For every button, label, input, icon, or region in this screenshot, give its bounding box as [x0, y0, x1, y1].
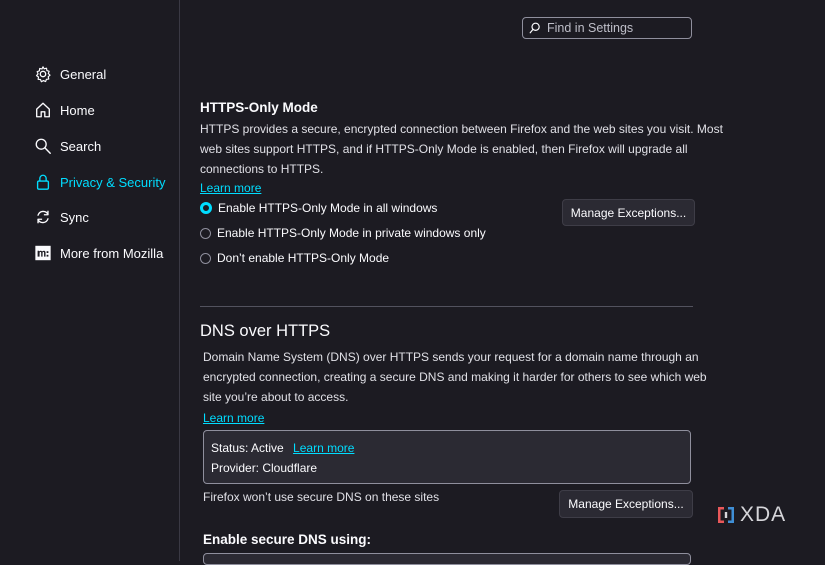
- lock-icon: [36, 174, 50, 190]
- mozilla-icon: [35, 245, 51, 261]
- dns-learn-more-link[interactable]: Learn more: [203, 411, 264, 425]
- sync-icon: [37, 210, 49, 224]
- sidebar-item-label: Search: [60, 138, 102, 154]
- dns-description-line-1: Domain Name System (DNS) over HTTPS send…: [203, 350, 699, 364]
- sidebar-item-search[interactable]: Search: [34, 134, 101, 158]
- dns-title: DNS over HTTPS: [200, 322, 331, 340]
- sidebar-item-label: Home: [60, 102, 95, 118]
- sidebar-item-label: More from Mozilla: [60, 245, 164, 261]
- search-icon: [35, 138, 51, 154]
- sidebar-item-label: General: [60, 66, 107, 82]
- watermark-text: XDA: [740, 503, 787, 526]
- sidebar-item-label: Privacy & Security: [60, 174, 166, 190]
- xda-logo-icon: [718, 507, 734, 523]
- search-input[interactable]: [545, 20, 689, 36]
- dns-manage-exceptions-button[interactable]: Manage Exceptions...: [559, 490, 693, 518]
- radio-https-disabled[interactable]: Don’t enable HTTPS-Only Mode: [200, 251, 389, 265]
- search-icon: [529, 22, 540, 34]
- dns-status-text: Status: Active: [211, 441, 284, 455]
- dns-status-line: Status: Active Learn more: [211, 441, 354, 455]
- gear-icon: [35, 66, 51, 83]
- sidebar-item-sync[interactable]: Sync: [34, 205, 89, 229]
- https-only-title: HTTPS-Only Mode: [200, 100, 318, 115]
- enable-secure-dns-heading: Enable secure DNS using:: [203, 532, 372, 547]
- sidebar-item-home[interactable]: Home: [34, 98, 95, 122]
- settings-search[interactable]: [522, 17, 692, 39]
- https-only-description-line-1: HTTPS provides a secure, encrypted conne…: [200, 122, 723, 136]
- https-only-description-line-2: web sites support HTTPS, and if HTTPS-On…: [200, 142, 688, 156]
- radio-https-private-only[interactable]: Enable HTTPS-Only Mode in private window…: [200, 226, 486, 240]
- dns-description-line-3: site you’re about to access.: [203, 390, 349, 404]
- radio-label: Enable HTTPS-Only Mode in all windows: [218, 201, 438, 215]
- radio-button-checked[interactable]: [200, 202, 212, 214]
- https-only-description-line-3: connections to HTTPS.: [200, 162, 324, 176]
- sidebar-item-privacy-security[interactable]: Privacy & Security: [34, 170, 165, 194]
- dns-provider-text: Provider: Cloudflare: [211, 461, 318, 475]
- dns-status-box: Status: Active Learn more Provider: Clou…: [203, 430, 691, 484]
- radio-button[interactable]: [200, 227, 211, 239]
- dns-description-line-2: encrypted connection, creating a secure …: [203, 370, 707, 384]
- home-icon: [36, 102, 50, 118]
- radio-button[interactable]: [200, 252, 211, 264]
- secure-dns-option-field[interactable]: [203, 553, 691, 565]
- dns-status-learn-more-link[interactable]: Learn more: [293, 441, 354, 455]
- sidebar-item-general[interactable]: General: [34, 62, 106, 86]
- xda-watermark: XDA: [716, 503, 786, 527]
- sidebar-item-more-from-mozilla[interactable]: More from Mozilla: [34, 241, 163, 265]
- radio-https-all-windows[interactable]: Enable HTTPS-Only Mode in all windows: [200, 201, 437, 215]
- dns-exceptions-note: Firefox won’t use secure DNS on these si…: [203, 490, 440, 504]
- sidebar-item-label: Sync: [60, 209, 89, 225]
- sidebar: General Home Search Privacy & Security S…: [0, 0, 180, 561]
- https-manage-exceptions-button[interactable]: Manage Exceptions...: [562, 199, 695, 226]
- https-only-learn-more-link[interactable]: Learn more: [200, 181, 261, 195]
- section-divider: [200, 306, 693, 307]
- radio-label: Don’t enable HTTPS-Only Mode: [217, 251, 390, 265]
- radio-label: Enable HTTPS-Only Mode in private window…: [217, 226, 486, 240]
